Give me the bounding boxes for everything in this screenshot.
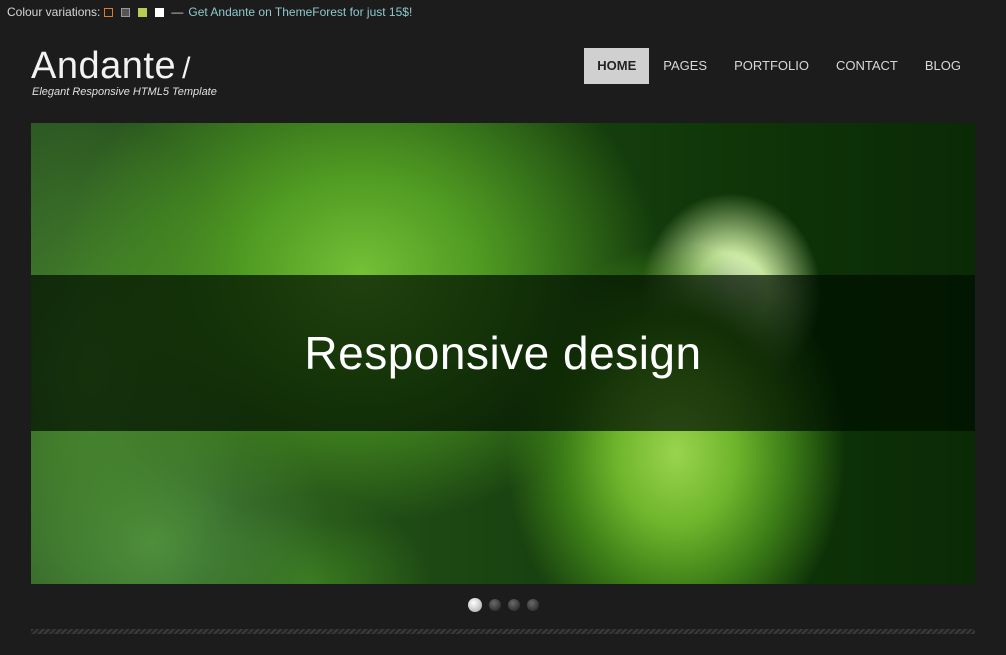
site-logo[interactable]: Andante / bbox=[31, 44, 191, 91]
logo-slash: / bbox=[182, 52, 191, 85]
site-tagline: Elegant Responsive HTML5 Template bbox=[32, 86, 217, 98]
themeforest-promo-link[interactable]: Get Andante on ThemeForest for just 15$! bbox=[188, 5, 412, 19]
colour-variations-bar: Colour variations: — Get Andante on Them… bbox=[7, 4, 412, 20]
separator-dash: — bbox=[171, 5, 184, 19]
hero-slider[interactable]: Responsive design bbox=[31, 123, 975, 584]
nav-pages[interactable]: PAGES bbox=[650, 48, 720, 84]
slide-caption: Responsive design bbox=[304, 327, 702, 379]
nav-portfolio[interactable]: PORTFOLIO bbox=[721, 48, 822, 84]
slider-pagination bbox=[468, 598, 546, 612]
slider-dot[interactable] bbox=[468, 598, 482, 612]
swatch-grey[interactable] bbox=[121, 7, 131, 17]
slide-caption-band: Responsive design bbox=[31, 275, 975, 431]
nav-contact[interactable]: CONTACT bbox=[823, 48, 911, 84]
swatch-lime[interactable] bbox=[138, 7, 148, 17]
slider-dot[interactable] bbox=[489, 599, 501, 611]
logo-text: Andante bbox=[31, 45, 177, 87]
nav-blog[interactable]: BLOG bbox=[912, 48, 974, 84]
swatch-orange[interactable] bbox=[104, 7, 114, 17]
section-divider bbox=[31, 629, 975, 634]
nav-home[interactable]: HOME bbox=[584, 48, 650, 84]
main-nav: HOME PAGES PORTFOLIO CONTACT BLOG bbox=[584, 48, 974, 84]
swatch-white[interactable] bbox=[155, 7, 165, 17]
slider-dot[interactable] bbox=[527, 599, 539, 611]
colour-variations-label: Colour variations: bbox=[7, 5, 101, 19]
slider-dot[interactable] bbox=[508, 599, 520, 611]
